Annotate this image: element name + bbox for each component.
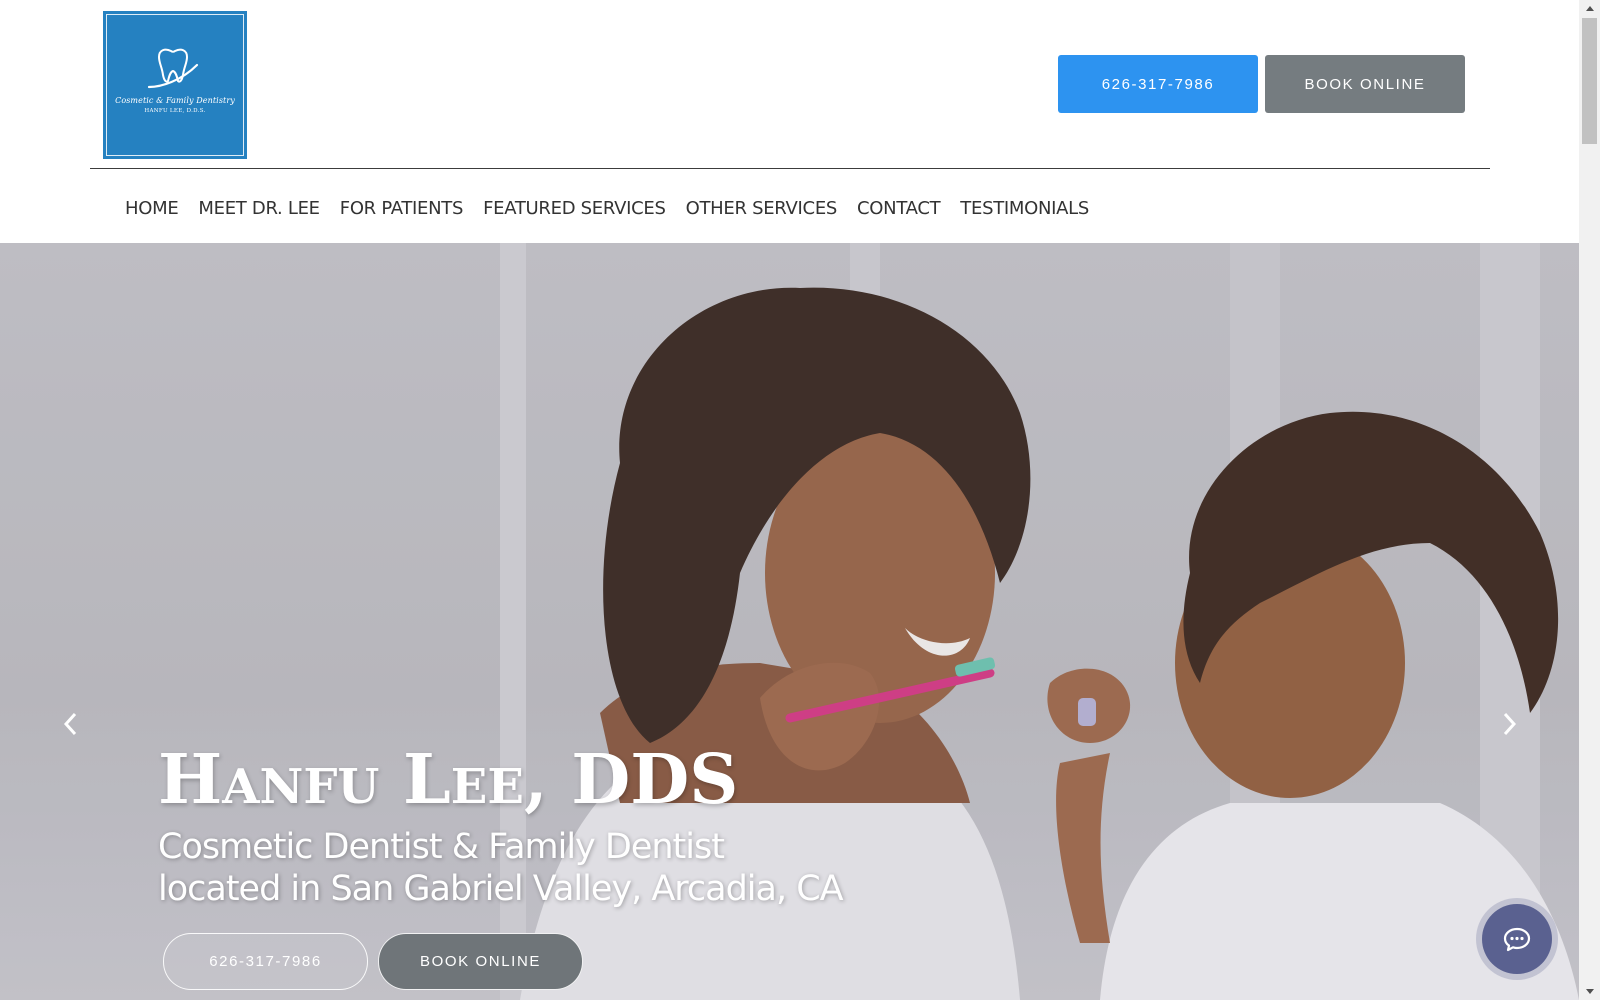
main-nav: HOME MEET DR. LEE FOR PATIENTS FEATURED … xyxy=(115,190,1099,226)
hero-book-online-button[interactable]: BOOK ONLINE xyxy=(378,933,583,990)
tooth-icon xyxy=(147,48,199,89)
hero-slider: Hanfu Lee, DDS Cosmetic Dentist & Family… xyxy=(0,243,1579,1000)
page-scrollbar[interactable] xyxy=(1579,0,1600,1000)
logo-name: Cosmetic & Family Dentistry xyxy=(115,96,235,105)
header-divider xyxy=(90,168,1490,169)
nav-item-other-services[interactable]: OTHER SERVICES xyxy=(676,198,847,219)
scrollbar-thumb[interactable] xyxy=(1582,18,1597,144)
hero-subtitle-line1: Cosmetic Dentist & Family Dentist xyxy=(158,827,725,867)
nav-item-featured-services[interactable]: FEATURED SERVICES xyxy=(473,198,676,219)
hero-subtitle: Cosmetic Dentist & Family Dentist locate… xyxy=(158,826,844,910)
nav-item-for-patients[interactable]: FOR PATIENTS xyxy=(330,198,473,219)
logo-subtitle: HANFU LEE, D.D.S. xyxy=(144,108,206,114)
hero-phone-button[interactable]: 626-317-7986 xyxy=(163,933,368,990)
nav-item-testimonials[interactable]: TESTIMONIALS xyxy=(950,198,1099,219)
triangle-up-icon xyxy=(1585,6,1594,11)
header-phone-button[interactable]: 626-317-7986 xyxy=(1058,55,1258,113)
hero-subtitle-line2: located in San Gabriel Valley, Arcadia, … xyxy=(158,869,844,909)
hero-title: Hanfu Lee, DDS xyxy=(158,740,739,820)
chat-bubble-icon xyxy=(1503,927,1531,952)
slider-prev-button[interactable] xyxy=(56,706,84,742)
site-header: Cosmetic & Family Dentistry HANFU LEE, D… xyxy=(0,0,1579,243)
chevron-left-icon xyxy=(63,712,77,736)
nav-item-home[interactable]: HOME xyxy=(115,198,188,219)
chat-widget-button[interactable] xyxy=(1482,904,1552,974)
chevron-right-icon xyxy=(1503,712,1517,736)
logo-frame: Cosmetic & Family Dentistry HANFU LEE, D… xyxy=(106,14,244,156)
site-logo[interactable]: Cosmetic & Family Dentistry HANFU LEE, D… xyxy=(103,11,247,159)
scroll-up-arrow[interactable] xyxy=(1579,0,1600,17)
triangle-down-icon xyxy=(1585,989,1594,994)
header-book-online-button[interactable]: BOOK ONLINE xyxy=(1265,55,1465,113)
nav-item-contact[interactable]: CONTACT xyxy=(847,198,950,219)
nav-item-meet-dr-lee[interactable]: MEET DR. LEE xyxy=(188,198,329,219)
slider-next-button[interactable] xyxy=(1496,706,1524,742)
scroll-down-arrow[interactable] xyxy=(1579,983,1600,1000)
